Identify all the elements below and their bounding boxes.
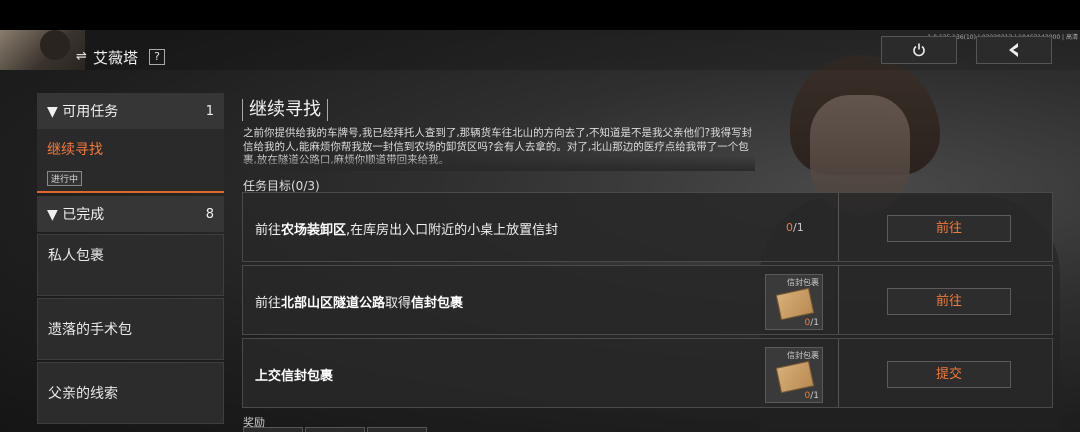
divider	[838, 339, 839, 407]
goto-button[interactable]: 前往	[887, 215, 1011, 242]
completed-tasks-label: ▼ 已完成	[47, 207, 105, 223]
swap-icon[interactable]: ⇌	[76, 49, 87, 64]
objective-suffix: ,在库房出入口附近的小桌上放置信封	[346, 223, 559, 238]
completed-task-label: 遗落的手术包	[48, 322, 132, 338]
avatar-portrait	[40, 30, 70, 60]
progress-current: 0	[786, 221, 793, 234]
power-button[interactable]	[881, 36, 957, 64]
back-button[interactable]	[976, 36, 1052, 64]
reward-slot[interactable]	[367, 427, 427, 432]
completed-tasks-header[interactable]: ▼ 已完成 8	[37, 196, 224, 232]
available-tasks-header[interactable]: ▼ 可用任务 1	[37, 93, 224, 129]
envelope-icon	[775, 287, 815, 321]
sidebar-item-completed[interactable]: 私人包裹	[37, 234, 224, 296]
completed-task-label: 父亲的线索	[48, 386, 118, 402]
goto-button[interactable]: 前往	[887, 288, 1011, 315]
objective-text: 前往农场装卸区,在库房出入口附近的小桌上放置信封	[255, 219, 558, 238]
completed-tasks-count: 8	[205, 206, 214, 222]
divider	[838, 266, 839, 334]
objective-text: 上交信封包裹	[255, 365, 333, 384]
item-count: 0/1	[804, 391, 820, 401]
sidebar-item-completed[interactable]: 父亲的线索	[37, 362, 224, 424]
reward-slot[interactable]	[243, 427, 303, 432]
item-slot[interactable]: 信封包裹 0/1	[765, 274, 823, 330]
item-label: 信封包裹	[787, 351, 819, 360]
progress-total: /1	[793, 221, 804, 234]
item-slot[interactable]: 信封包裹 0/1	[765, 347, 823, 403]
help-button[interactable]: ?	[149, 49, 165, 65]
description-fade	[243, 155, 755, 171]
quest-sidebar: ▼ 可用任务 1 继续寻找 进行中 ▼ 已完成 8 私人包裹 遗落的手术包 父亲…	[37, 93, 224, 424]
objective-prefix: 前往	[255, 223, 282, 238]
objective-item-name: 信封包裹	[411, 296, 464, 311]
status-badge: 进行中	[47, 171, 83, 186]
item-count: 0/1	[804, 318, 820, 328]
sidebar-item-completed[interactable]: 遗落的手术包	[37, 298, 224, 360]
divider	[838, 193, 839, 261]
available-tasks-count: 1	[205, 103, 214, 119]
game-screen: ⇌ 艾薇塔 ? 1.0.135.136(10) | 02220213 | 104…	[0, 0, 1080, 432]
envelope-icon	[775, 360, 815, 394]
objective-row: 上交信封包裹 信封包裹 0/1 提交	[242, 338, 1053, 408]
item-label: 信封包裹	[787, 278, 819, 287]
objective-location: 北部山区隧道公路	[281, 296, 386, 311]
reward-slot[interactable]	[305, 427, 365, 432]
top-letterbox	[0, 0, 1080, 30]
task-title: 继续寻找	[242, 99, 328, 121]
objective-row: 前往农场装卸区,在库房出入口附近的小桌上放置信封 0/1 前往	[242, 192, 1053, 262]
objective-suffix: 取得	[385, 296, 412, 311]
power-icon	[913, 43, 925, 57]
back-arrow-icon	[1009, 43, 1018, 57]
objective-text: 前往北部山区隧道公路取得信封包裹	[255, 292, 463, 311]
objective-row: 前往北部山区隧道公路取得信封包裹 信封包裹 0/1 前往	[242, 265, 1053, 335]
completed-task-label: 私人包裹	[48, 248, 104, 264]
objective-action: 上交信封包裹	[255, 369, 334, 384]
available-tasks-label: ▼ 可用任务	[47, 104, 119, 120]
character-name: 艾薇塔	[93, 49, 139, 67]
objective-location: 农场装卸区	[281, 223, 347, 238]
objective-progress: 0/1	[786, 221, 804, 234]
submit-button[interactable]: 提交	[887, 361, 1011, 388]
objective-prefix: 前往	[255, 296, 282, 311]
sidebar-item-active-task[interactable]: 继续寻找 进行中	[37, 129, 224, 193]
active-task-label: 继续寻找	[47, 142, 103, 158]
